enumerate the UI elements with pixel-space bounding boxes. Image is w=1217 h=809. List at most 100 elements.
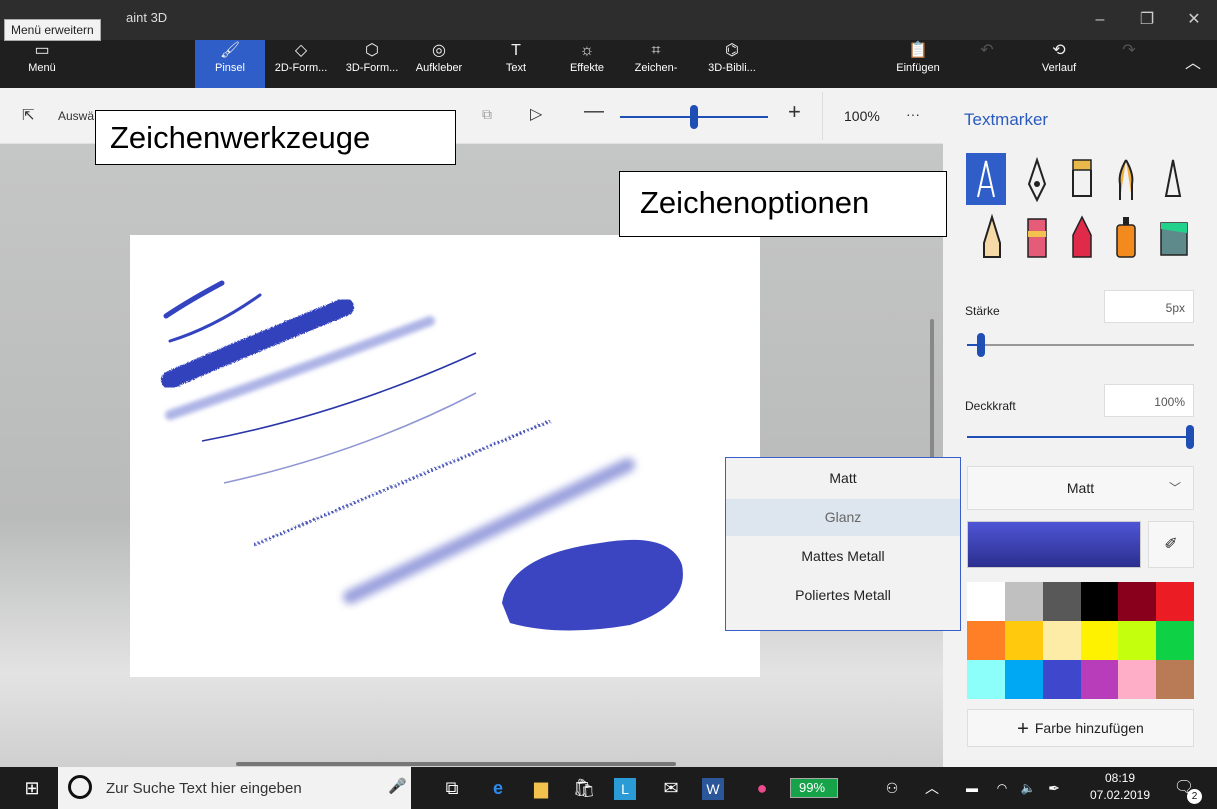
opacity-slider[interactable] xyxy=(967,425,1194,449)
color-swatch[interactable] xyxy=(1042,621,1081,660)
store-icon[interactable]: 🛍 xyxy=(570,774,598,802)
color-swatch[interactable] xyxy=(967,621,1005,660)
tool-3d-shapes[interactable]: ⬡ 3D-Form... xyxy=(338,40,406,88)
zoom-level: 100% xyxy=(844,108,880,124)
horizontal-scrollbar[interactable] xyxy=(236,762,676,766)
eyedropper-button[interactable]: ✐ xyxy=(1148,521,1194,568)
finish-option-matte[interactable]: Matt xyxy=(726,460,960,497)
volume-icon[interactable]: 🔈 xyxy=(1014,774,1042,802)
color-swatch[interactable] xyxy=(1042,660,1081,699)
microphone-icon[interactable]: 🎤 xyxy=(388,777,407,795)
select-cursor-icon: ⇱ xyxy=(22,107,35,124)
opacity-input[interactable]: 100% xyxy=(1104,384,1194,417)
color-swatch[interactable] xyxy=(1156,582,1195,621)
finish-option-matte-metal[interactable]: Mattes Metall xyxy=(726,538,960,575)
mail-icon[interactable]: ✉ xyxy=(657,774,685,802)
menu-tooltip: Menü erweitern xyxy=(4,19,101,41)
color-swatch[interactable] xyxy=(1042,582,1081,621)
color-swatch[interactable] xyxy=(1080,660,1119,699)
select-button[interactable]: Auswä xyxy=(58,109,94,123)
color-swatch[interactable] xyxy=(1080,582,1119,621)
close-button[interactable]: ✕ xyxy=(1177,6,1211,34)
finish-options-popup: Matt Glanz Mattes Metall Poliertes Metal… xyxy=(725,457,961,631)
finish-option-polished-metal[interactable]: Poliertes Metall xyxy=(726,577,960,614)
color-swatch[interactable] xyxy=(1080,621,1119,660)
pen-workspace-icon[interactable]: ✒ xyxy=(1040,774,1068,802)
spray-can-icon[interactable] xyxy=(1108,213,1144,261)
zoom-slider-thumb[interactable] xyxy=(690,105,698,129)
file-explorer-icon[interactable]: ▆ xyxy=(527,774,555,802)
taskbar: ⊞ Zur Suche Text hier eingeben 🎤 ⧉ e ▆ 🛍… xyxy=(0,767,1217,809)
strength-slider[interactable] xyxy=(967,333,1194,357)
zoom-in-button[interactable]: + xyxy=(788,99,801,125)
minimize-button[interactable]: – xyxy=(1083,6,1117,34)
current-color-swatch[interactable] xyxy=(967,521,1141,568)
color-swatch[interactable] xyxy=(1156,621,1195,660)
history-button[interactable]: ⟲ Verlauf xyxy=(1034,40,1084,88)
zoom-slider[interactable] xyxy=(620,105,768,129)
windows-start-button[interactable]: ⊞ xyxy=(18,774,46,802)
undo-button[interactable]: ↶ xyxy=(972,40,1002,88)
view-3d-icon[interactable]: ▷ xyxy=(530,104,542,124)
color-swatch[interactable] xyxy=(1118,621,1157,660)
vertical-scrollbar[interactable] xyxy=(930,319,934,459)
eraser-icon[interactable] xyxy=(1019,213,1055,261)
tool-2d-shapes[interactable]: ◇ 2D-Form... xyxy=(268,40,334,88)
watercolor-icon[interactable] xyxy=(1108,156,1144,204)
brush-marker-selected[interactable] xyxy=(966,153,1006,205)
color-swatch[interactable] xyxy=(1118,660,1157,699)
color-swatch[interactable] xyxy=(1156,660,1195,699)
tool-canvas[interactable]: ⌗ Zeichen- xyxy=(630,40,682,88)
color-swatch[interactable] xyxy=(1118,582,1157,621)
fill-bucket-icon[interactable] xyxy=(1155,213,1191,261)
color-swatch[interactable] xyxy=(967,660,1005,699)
restore-button[interactable]: ❐ xyxy=(1130,6,1164,34)
tool-text[interactable]: T Text xyxy=(496,40,536,88)
search-box[interactable]: Zur Suche Text hier eingeben 🎤 xyxy=(58,767,411,809)
paste-button[interactable]: 📋 Einfügen xyxy=(892,40,944,88)
menu-button[interactable]: ▭ Menü xyxy=(14,40,70,88)
finish-option-gloss[interactable]: Glanz xyxy=(726,499,960,536)
people-icon[interactable]: ⚇ xyxy=(878,774,906,802)
marker-brush-icon xyxy=(977,160,995,198)
chevron-up-tray-icon[interactable]: ︿ xyxy=(918,774,946,802)
wifi-icon[interactable]: ◠ xyxy=(988,774,1016,802)
paint3d-icon[interactable]: ● xyxy=(748,774,776,802)
add-color-button[interactable]: + Farbe hinzufügen xyxy=(967,709,1194,747)
redo-button[interactable]: ↷ xyxy=(1114,40,1144,88)
finish-dropdown[interactable]: Matt ﹀ xyxy=(967,466,1194,510)
magic-select-icon[interactable]: ⧉ xyxy=(482,106,492,123)
collapse-ribbon-button[interactable]: ︿ xyxy=(1176,40,1210,88)
strength-input[interactable]: 5px xyxy=(1104,290,1194,323)
3d-shapes-icon: ⬡ xyxy=(365,42,379,59)
lync-icon[interactable]: L xyxy=(614,778,636,800)
pencil-icon[interactable] xyxy=(974,213,1010,261)
word-icon[interactable]: W xyxy=(702,778,724,800)
more-options-button[interactable]: ··· xyxy=(906,106,920,122)
text-icon: T xyxy=(511,42,521,59)
drawing-canvas[interactable] xyxy=(130,235,760,677)
oil-brush-icon[interactable] xyxy=(1064,156,1100,204)
battery-indicator[interactable]: 99% xyxy=(790,778,838,798)
color-swatch[interactable] xyxy=(1004,621,1043,660)
clock[interactable]: 08:19 07.02.2019 xyxy=(1082,770,1158,804)
app-title: aint 3D xyxy=(126,10,168,25)
calligraphy-pen-icon[interactable] xyxy=(1019,156,1055,204)
battery-tray-icon[interactable]: ▬ xyxy=(958,774,986,802)
tool-stickers[interactable]: ◎ Aufkleber xyxy=(410,40,468,88)
pixel-pen-icon[interactable] xyxy=(1155,156,1191,204)
crayon-icon[interactable] xyxy=(1064,213,1100,261)
color-swatch[interactable] xyxy=(1004,582,1043,621)
strength-slider-thumb[interactable] xyxy=(977,333,985,357)
color-swatch[interactable] xyxy=(1004,660,1043,699)
tool-effects[interactable]: ☼ Effekte xyxy=(563,40,611,88)
edge-browser-icon[interactable]: e xyxy=(484,774,512,802)
panel-title: Textmarker xyxy=(964,110,1049,129)
tool-3d-library[interactable]: ⌬ 3D-Bibli... xyxy=(700,40,764,88)
zoom-out-button[interactable]: — xyxy=(584,100,604,123)
opacity-slider-thumb[interactable] xyxy=(1186,425,1194,449)
color-swatch[interactable] xyxy=(967,582,1005,621)
stroke-marker xyxy=(163,280,225,319)
task-view-icon[interactable]: ⧉ xyxy=(438,774,466,802)
tool-brushes[interactable]: 🖌 Pinsel xyxy=(195,40,265,88)
